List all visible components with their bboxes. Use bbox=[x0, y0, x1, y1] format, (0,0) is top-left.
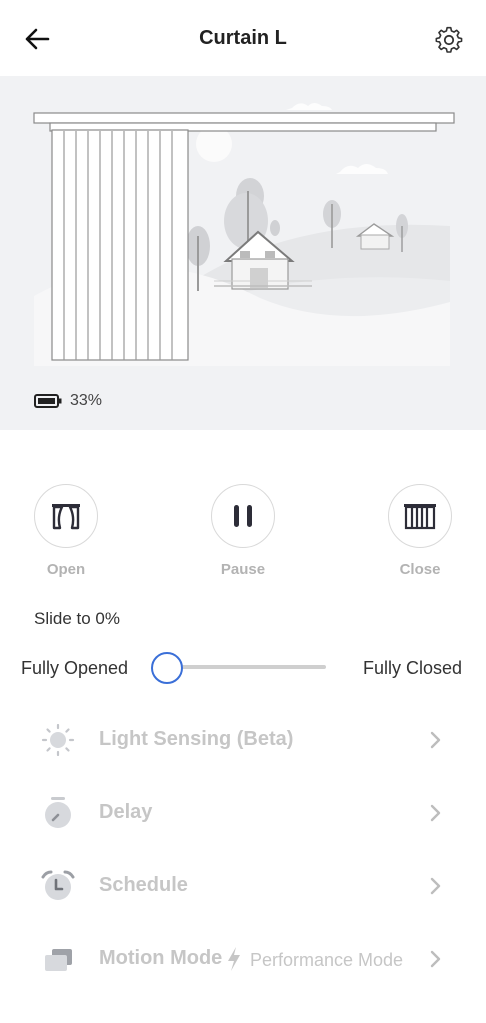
chevron-right-icon bbox=[430, 950, 441, 968]
menu-label-schedule: Schedule bbox=[99, 874, 188, 896]
close-control: Close bbox=[387, 484, 453, 578]
curtain-closed-icon bbox=[404, 504, 436, 530]
battery-status: 33% bbox=[34, 392, 102, 410]
open-control: Open bbox=[33, 484, 99, 578]
slider-min-label: Fully Opened bbox=[21, 658, 129, 678]
gear-icon bbox=[435, 26, 463, 53]
slider-track[interactable] bbox=[160, 665, 326, 669]
battery-icon bbox=[34, 394, 62, 408]
timer-icon bbox=[45, 797, 71, 828]
menu-label-delay: Delay bbox=[99, 801, 153, 823]
position-slider: Fully Opened Fully Closed bbox=[0, 652, 486, 684]
close-button[interactable] bbox=[388, 484, 452, 548]
curtain-preview: 33% bbox=[0, 76, 486, 430]
alarm-clock-icon bbox=[41, 870, 75, 900]
slider-max-label: Fully Closed bbox=[363, 658, 463, 678]
open-label: Open bbox=[46, 561, 86, 578]
slider-caption: Slide to 0% bbox=[34, 609, 120, 628]
chevron-right-icon bbox=[430, 731, 441, 749]
menu-item-motion-mode[interactable]: Motion Mode Performance Mode bbox=[0, 931, 486, 987]
motion-mode-icon bbox=[45, 949, 72, 971]
pause-control: Pause bbox=[210, 484, 276, 578]
slider-thumb[interactable] bbox=[151, 652, 183, 684]
pause-icon bbox=[234, 505, 252, 527]
settings-button[interactable] bbox=[434, 25, 464, 55]
page-title: Curtain L bbox=[199, 27, 287, 49]
menu-item-schedule[interactable]: Schedule bbox=[0, 858, 486, 914]
menu-label-motion-mode: Motion Mode bbox=[99, 947, 223, 969]
battery-percentage: 33% bbox=[70, 392, 103, 409]
curtain-illustration bbox=[33, 103, 455, 366]
curtain-open-icon bbox=[52, 504, 80, 530]
chevron-right-icon bbox=[430, 877, 441, 895]
menu-item-delay[interactable]: Delay bbox=[0, 785, 486, 841]
menu-label-light-sensing: Light Sensing (Beta) bbox=[99, 728, 294, 750]
app-header: Curtain L bbox=[0, 0, 486, 76]
open-button[interactable] bbox=[34, 484, 98, 548]
chevron-right-icon bbox=[430, 804, 441, 822]
pause-button[interactable] bbox=[211, 484, 275, 548]
lightning-icon bbox=[228, 947, 240, 971]
menu-item-light-sensing[interactable]: Light Sensing (Beta) bbox=[0, 712, 486, 768]
close-label: Close bbox=[399, 561, 441, 578]
motion-mode-value: Performance Mode bbox=[250, 950, 404, 970]
pause-label: Pause bbox=[220, 561, 266, 578]
light-sensor-icon bbox=[41, 724, 75, 756]
